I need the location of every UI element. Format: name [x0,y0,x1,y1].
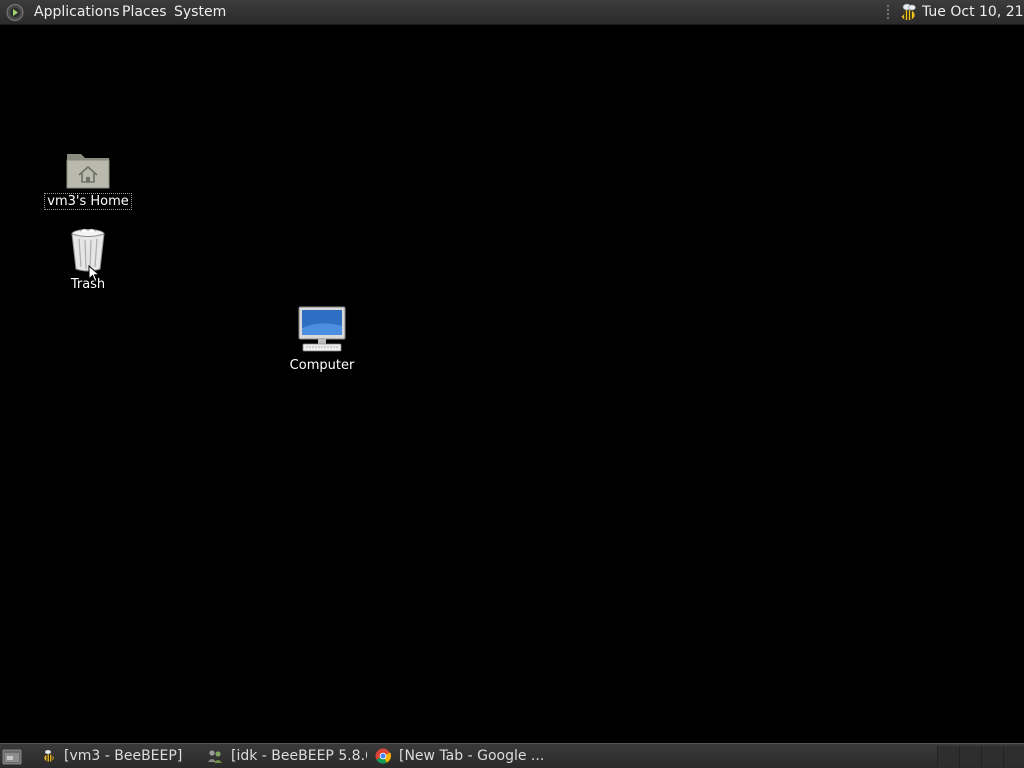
taskbar-button-idk-beebeep[interactable]: [idk - BeeBEEP 5.8.6] [207,744,367,768]
panel-handle[interactable] [886,4,890,21]
workspace-switcher-1[interactable] [937,746,960,767]
workspace-switcher-4[interactable] [1003,746,1024,767]
top-panel: Applications Places System Tue Oct 10, 2… [0,0,1024,25]
mouse-pointer-icon [88,265,100,283]
home-folder-icon [66,154,110,189]
workspace-switcher-2[interactable] [959,746,982,767]
desktop-icon-computer[interactable]: Computer [272,306,372,373]
bottom-panel: [vm3 - BeeBEEP] [idk - BeeBEEP 5.8.6] [N… [0,743,1024,768]
computer-icon [298,306,346,352]
menu-system[interactable]: System [174,0,226,25]
desktop-icon-label: Computer [289,358,355,373]
taskbar-button-label: [vm3 - BeeBEEP] [64,748,183,764]
beebeep-group-icon [208,750,222,763]
chrome-icon [375,748,391,764]
workspace-switcher-3[interactable] [981,746,1004,767]
bee-icon[interactable] [896,2,918,23]
desktop-icon-home[interactable]: vm3's Home [38,148,138,210]
show-desktop-icon[interactable] [2,748,22,765]
beebeep-icon [43,750,55,763]
taskbar-button-vm3-beebeep[interactable]: [vm3 - BeeBEEP] [40,744,200,768]
taskbar-button-new-tab-chrome[interactable]: [New Tab - Google ... [375,744,545,768]
main-menu-logo-icon[interactable] [5,3,25,22]
taskbar-button-label: [New Tab - Google ... [399,748,545,764]
taskbar-button-label: [idk - BeeBEEP 5.8.6] [231,748,367,764]
menu-places[interactable]: Places [122,0,167,25]
clock[interactable]: Tue Oct 10, 21:17 [922,0,1024,25]
desktop-icon-label: vm3's Home [44,193,132,210]
menu-applications[interactable]: Applications [34,0,120,25]
